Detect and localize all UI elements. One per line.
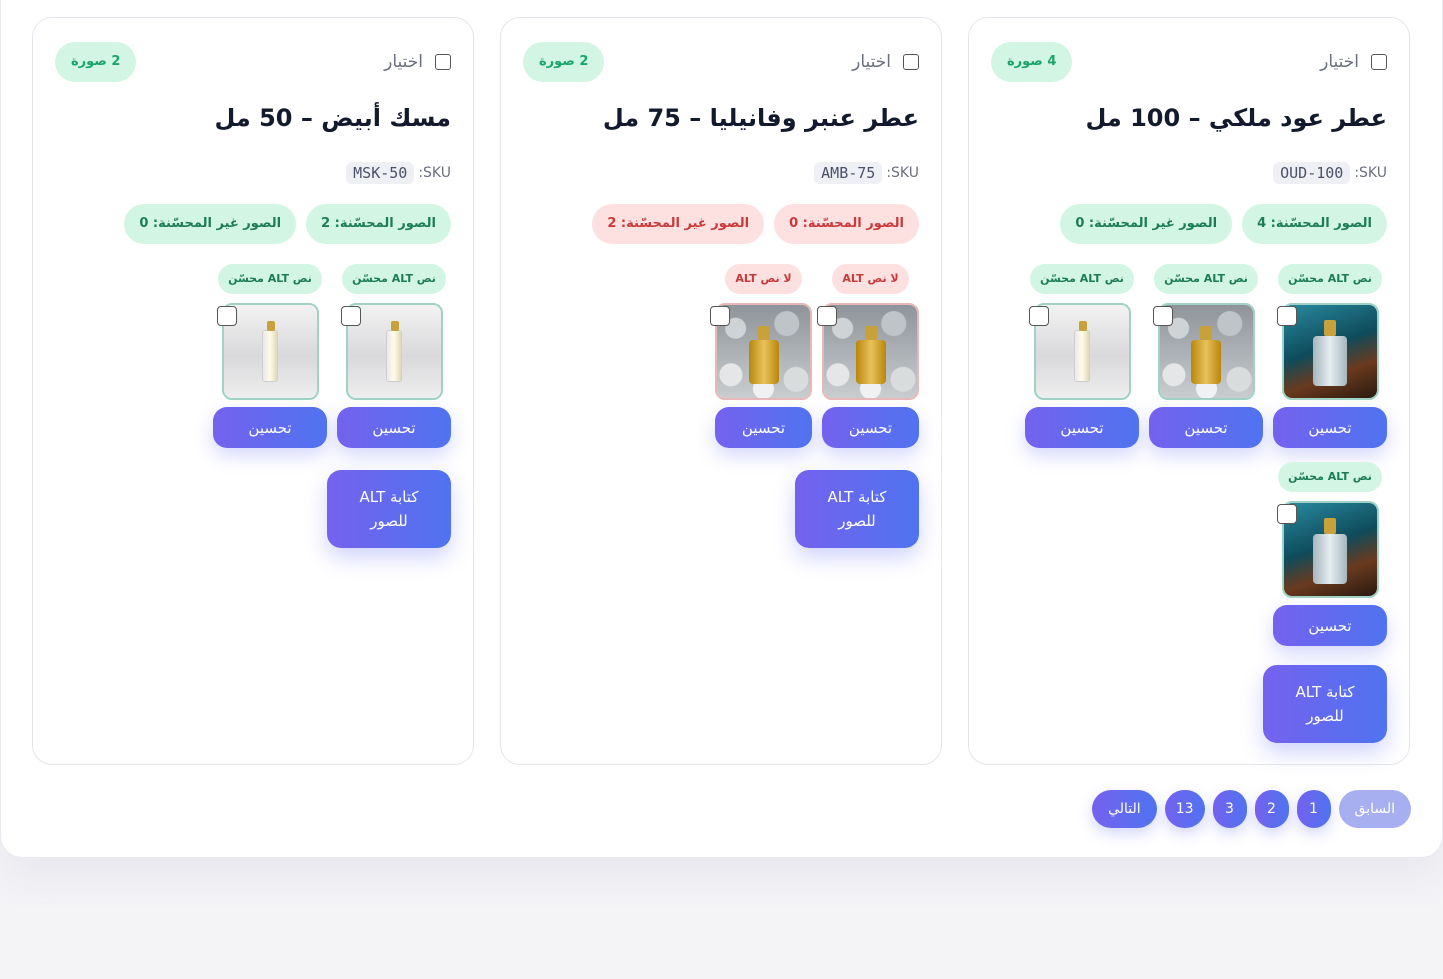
image-grid: نص ALT محسّن تحسين نص ALT محسّن تحسين	[51, 264, 451, 448]
image-select-checkbox[interactable]	[817, 306, 837, 326]
image-item: نص ALT محسّن تحسين	[1149, 264, 1263, 448]
sku-row: SKU: AMB-75	[814, 162, 919, 184]
previous-page-button[interactable]: السابق	[1338, 790, 1411, 828]
sku-row: SKU: OUD-100	[1273, 162, 1387, 184]
product-title: عطر عود ملكي – 100 مل	[1085, 104, 1387, 132]
image-count-badge: 2 صورة	[523, 42, 605, 82]
image-select-checkbox[interactable]	[1276, 504, 1297, 524]
next-page-button[interactable]: التالي	[1092, 790, 1157, 828]
page-button-3[interactable]: 3	[1212, 790, 1247, 828]
image-count-badge: 2 صورة	[55, 42, 137, 82]
alt-status-badge: لا نص ALT	[725, 264, 802, 294]
alt-status-badge: نص ALT محسّن	[1278, 264, 1382, 294]
image-item: نص ALT محسّن تحسين	[213, 264, 327, 448]
alt-status-badge: نص ALT محسّن	[342, 264, 446, 294]
select-label: اختيار	[384, 52, 423, 72]
unoptimized-count-badge: الصور غير المحسّنة: 2	[592, 204, 765, 244]
image-item: نص ALT محسّن تحسين	[337, 264, 451, 448]
image-select-checkbox[interactable]	[216, 306, 237, 326]
product-card: اختيار 2 صورة مسك أبيض – 50 مل SKU: MSK-…	[32, 17, 474, 765]
improve-button[interactable]: تحسين	[715, 407, 812, 448]
image-grid: لا نص ALT تحسين لا نص ALT تحسين	[519, 264, 919, 448]
image-item: لا نص ALT تحسين	[817, 264, 919, 448]
page-button-13[interactable]: 13	[1164, 790, 1205, 828]
select-checkbox-label[interactable]: اختيار	[1320, 52, 1387, 72]
image-select-checkbox[interactable]	[1028, 306, 1049, 326]
sku-code: OUD-100	[1273, 162, 1351, 184]
image-select-checkbox[interactable]	[1276, 306, 1297, 326]
sku-label: SKU:	[1354, 165, 1387, 181]
sku-code: AMB-75	[814, 162, 883, 184]
improve-button[interactable]: تحسين	[1273, 407, 1387, 448]
improve-button[interactable]: تحسين	[1025, 407, 1139, 448]
select-checkbox-label[interactable]: اختيار	[384, 52, 451, 72]
image-stats: الصور المحسّنة: 2 الصور غير المحسّنة: 0	[124, 204, 451, 244]
sku-label: SKU:	[418, 165, 451, 181]
select-checkbox[interactable]	[903, 54, 919, 70]
alt-status-badge: نص ALT محسّن	[218, 264, 322, 294]
pagination: السابق 1 2 3 13 التالي	[1092, 790, 1411, 828]
alt-status-badge: نص ALT محسّن	[1278, 462, 1382, 492]
product-card: اختيار 2 صورة عطر عنبر وفانيليا – 75 مل …	[500, 17, 942, 765]
select-label: اختيار	[1320, 52, 1359, 72]
improve-button[interactable]: تحسين	[1273, 605, 1387, 646]
optimized-count-badge: الصور المحسّنة: 4	[1242, 204, 1387, 244]
sku-row: SKU: MSK-50	[346, 162, 451, 184]
product-card: اختيار 4 صورة عطر عود ملكي – 100 مل SKU:…	[968, 17, 1410, 765]
select-checkbox-label[interactable]: اختيار	[852, 52, 919, 72]
image-select-checkbox[interactable]	[340, 306, 361, 326]
select-label: اختيار	[852, 52, 891, 72]
write-alt-button[interactable]: كتابة ALT للصور	[795, 470, 919, 548]
image-select-checkbox[interactable]	[710, 306, 730, 326]
image-stats: الصور المحسّنة: 0 الصور غير المحسّنة: 2	[592, 204, 919, 244]
write-alt-button[interactable]: كتابة ALT للصور	[1263, 665, 1387, 743]
improve-button[interactable]: تحسين	[822, 407, 919, 448]
sku-label: SKU:	[886, 165, 919, 181]
product-title: عطر عنبر وفانيليا – 75 مل	[602, 104, 919, 132]
image-item: نص ALT محسّن تحسين	[1273, 264, 1387, 448]
product-title: مسك أبيض – 50 مل	[214, 104, 451, 132]
image-select-checkbox[interactable]	[1152, 306, 1173, 326]
page-button-1[interactable]: 1	[1296, 790, 1331, 828]
image-item: لا نص ALT تحسين	[710, 264, 812, 448]
page-button-2[interactable]: 2	[1254, 790, 1289, 828]
write-alt-button[interactable]: كتابة ALT للصور	[327, 470, 451, 548]
improve-button[interactable]: تحسين	[213, 407, 327, 448]
select-checkbox[interactable]	[1371, 54, 1387, 70]
improve-button[interactable]: تحسين	[337, 407, 451, 448]
improve-button[interactable]: تحسين	[1149, 407, 1263, 448]
image-count-badge: 4 صورة	[991, 42, 1073, 82]
image-stats: الصور المحسّنة: 4 الصور غير المحسّنة: 0	[1060, 204, 1387, 244]
image-item: نص ALT محسّن تحسين	[1273, 462, 1387, 646]
unoptimized-count-badge: الصور غير المحسّنة: 0	[124, 204, 297, 244]
image-grid: نص ALT محسّن تحسين نص ALT محسّن تحسين نص…	[987, 264, 1387, 646]
select-checkbox[interactable]	[435, 54, 451, 70]
unoptimized-count-badge: الصور غير المحسّنة: 0	[1060, 204, 1233, 244]
sku-code: MSK-50	[346, 162, 415, 184]
image-item: نص ALT محسّن تحسين	[1025, 264, 1139, 448]
alt-status-badge: نص ALT محسّن	[1030, 264, 1134, 294]
optimized-count-badge: الصور المحسّنة: 0	[774, 204, 919, 244]
alt-status-badge: لا نص ALT	[832, 264, 909, 294]
alt-status-badge: نص ALT محسّن	[1154, 264, 1258, 294]
optimized-count-badge: الصور المحسّنة: 2	[306, 204, 451, 244]
